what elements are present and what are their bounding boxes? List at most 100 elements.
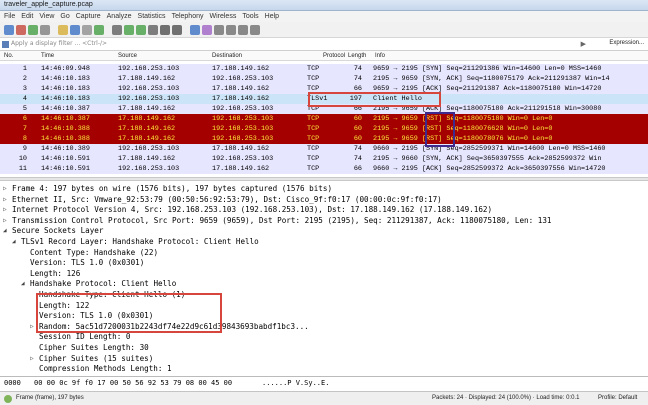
packet-len: 60 — [353, 135, 362, 143]
packet-src: 192.168.253.103 — [118, 85, 180, 93]
first-icon[interactable] — [160, 25, 170, 35]
expression-button[interactable]: Expression... — [609, 40, 644, 46]
column-header-protocol[interactable]: Protocol — [323, 53, 345, 59]
find-icon[interactable] — [112, 25, 122, 35]
column-header-info[interactable]: Info — [375, 53, 385, 59]
packet-src: 17.188.149.162 — [118, 135, 176, 143]
hex-bytes: 00 00 0c 9f f0 17 00 50 56 92 53 79 08 0… — [34, 379, 233, 387]
packet-details-tree: ▷ Frame 4: 197 bytes on wire (1576 bits),… — [0, 183, 648, 375]
packet-row[interactable]: 1 14:46:09.948 192.168.253.103 17.188.149.1… — [0, 64, 648, 74]
packet-dst: 17.188.149.162 — [212, 145, 270, 153]
packet-row[interactable]: 7 14:46:10.388 17.188.149.162 192.168.253.1… — [0, 124, 648, 134]
packet-src: 192.168.253.103 — [118, 65, 180, 73]
close-file-icon[interactable] — [82, 25, 92, 35]
packet-no: 1 — [22, 65, 27, 73]
packet-dst: 17.188.149.162 — [212, 165, 270, 173]
save-icon[interactable] — [70, 25, 80, 35]
autoscroll-icon[interactable] — [190, 25, 200, 35]
zoom-reset-icon[interactable] — [238, 25, 248, 35]
packet-proto: TCP — [307, 75, 320, 83]
packet-time: 14:46:10.389 — [41, 145, 90, 153]
restart-icon[interactable] — [28, 25, 38, 35]
menu-help[interactable]: Help — [265, 11, 279, 22]
packet-src: 192.168.253.103 — [118, 165, 180, 173]
column-header-source[interactable]: Source — [118, 53, 137, 59]
packet-info: 2195 → 9659 [SYN, ACK] Seq=1180075179 Ac… — [373, 75, 610, 83]
zoom-out-icon[interactable] — [226, 25, 236, 35]
packet-src: 17.188.149.162 — [118, 75, 176, 83]
menu-analyze[interactable]: Analyze — [107, 11, 132, 22]
packet-len: 60 — [353, 115, 362, 123]
packet-src: 17.188.149.162 — [118, 115, 176, 123]
menu-capture[interactable]: Capture — [76, 11, 101, 22]
options-icon[interactable] — [40, 25, 50, 35]
packet-dst: 17.188.149.162 — [212, 85, 270, 93]
menu-edit[interactable]: Edit — [21, 11, 33, 22]
packet-no: 9 — [22, 145, 27, 153]
detail-row[interactable]: Compression Methods Length: 1 — [0, 363, 648, 375]
menu-statistics[interactable]: Statistics — [138, 11, 166, 22]
back-icon[interactable] — [124, 25, 134, 35]
shark-fin-icon[interactable] — [4, 25, 14, 35]
packet-row[interactable]: 6 14:46:10.387 17.188.149.162 192.168.253.1… — [0, 114, 648, 124]
zoom-in-icon[interactable] — [214, 25, 224, 35]
packet-dst: 192.168.253.103 — [212, 115, 274, 123]
last-icon[interactable] — [172, 25, 182, 35]
hex-ascii: ......P V.Sy..E. — [262, 379, 330, 387]
packet-src: 17.188.149.162 — [118, 155, 176, 163]
packet-dst: 192.168.253.103 — [212, 75, 274, 83]
packet-row[interactable]: 10 14:46:10.591 17.188.149.162 192.168.253.… — [0, 154, 648, 164]
packet-row[interactable]: 9 14:46:10.389 192.168.253.103 17.188.149.1… — [0, 144, 648, 154]
packet-time: 14:46:10.183 — [41, 95, 90, 103]
packet-info: 2195 → 9659 [RST] Seq=1180075180 Win=0 L… — [373, 115, 553, 123]
colorize-icon[interactable] — [202, 25, 212, 35]
menu-tools[interactable]: Tools — [242, 11, 258, 22]
packet-dst: 17.188.149.162 — [212, 65, 270, 73]
packet-row[interactable]: 11 14:46:10.591 192.168.253.103 17.188.149.… — [0, 164, 648, 174]
menu-file[interactable]: File — [4, 11, 15, 22]
menu-wireless[interactable]: Wireless — [209, 11, 236, 22]
pane-splitter[interactable] — [0, 177, 648, 181]
stop-icon[interactable] — [16, 25, 26, 35]
packet-no: 4 — [22, 95, 27, 103]
highlight-rst-flags — [425, 112, 455, 147]
capture-status-icon — [4, 395, 12, 403]
display-filter-bar: Apply a display filter ... <Ctrl-/> ▶ Ex… — [0, 38, 648, 51]
menu-go[interactable]: Go — [60, 11, 69, 22]
packet-src: 17.188.149.162 — [118, 105, 176, 113]
packet-time: 14:46:10.183 — [41, 75, 90, 83]
column-header-length[interactable]: Length — [348, 53, 366, 59]
status-bar: Frame (frame), 197 bytes Packets: 24 · D… — [0, 391, 648, 405]
packet-row[interactable]: 2 14:46:10.183 17.188.149.162 192.168.253.1… — [0, 74, 648, 84]
menu-telephony[interactable]: Telephony — [172, 11, 204, 22]
status-frame-info: Frame (frame), 197 bytes — [16, 395, 84, 401]
forward-icon[interactable] — [136, 25, 146, 35]
filter-bookmark-icon[interactable] — [2, 41, 9, 48]
packet-proto: TCP — [307, 145, 320, 153]
packet-info: 9659 → 2195 [SYN] Seq=211291386 Win=1460… — [373, 65, 602, 73]
packet-proto: TCP — [307, 135, 320, 143]
status-profile[interactable]: Profile: Default — [598, 395, 637, 401]
packet-info: 2195 → 9659 [RST] Seq=1180076628 Win=0 L… — [373, 125, 553, 133]
packet-info: 2195 → 9659 [RST] Seq=1180078076 Win=0 L… — [373, 135, 553, 143]
packet-proto: TCP — [307, 115, 320, 123]
column-header-destination[interactable]: Destination — [212, 53, 242, 59]
reload-icon[interactable] — [94, 25, 104, 35]
packet-time: 14:46:10.388 — [41, 125, 90, 133]
menu-view[interactable]: View — [39, 11, 54, 22]
resize-columns-icon[interactable] — [250, 25, 260, 35]
title-bar: traveler_apple_capture.pcap — [0, 0, 648, 11]
open-icon[interactable] — [58, 25, 68, 35]
goto-icon[interactable] — [148, 25, 158, 35]
packet-src: 192.168.253.103 — [118, 145, 180, 153]
highlight-client-hello-row — [308, 92, 441, 107]
packet-time: 14:46:10.387 — [41, 115, 90, 123]
packet-proto: TCP — [307, 125, 320, 133]
column-header-no[interactable]: No. — [4, 53, 13, 59]
packet-row[interactable]: 8 14:46:10.388 17.188.149.162 192.168.253.1… — [0, 134, 648, 144]
packet-dst: 192.168.253.103 — [212, 105, 274, 113]
packet-proto: TCP — [307, 165, 320, 173]
display-filter-input[interactable]: Apply a display filter ... <Ctrl-/> — [11, 40, 107, 47]
column-header-time[interactable]: Time — [41, 53, 54, 59]
apply-filter-arrow-icon[interactable]: ▶ — [581, 40, 586, 48]
